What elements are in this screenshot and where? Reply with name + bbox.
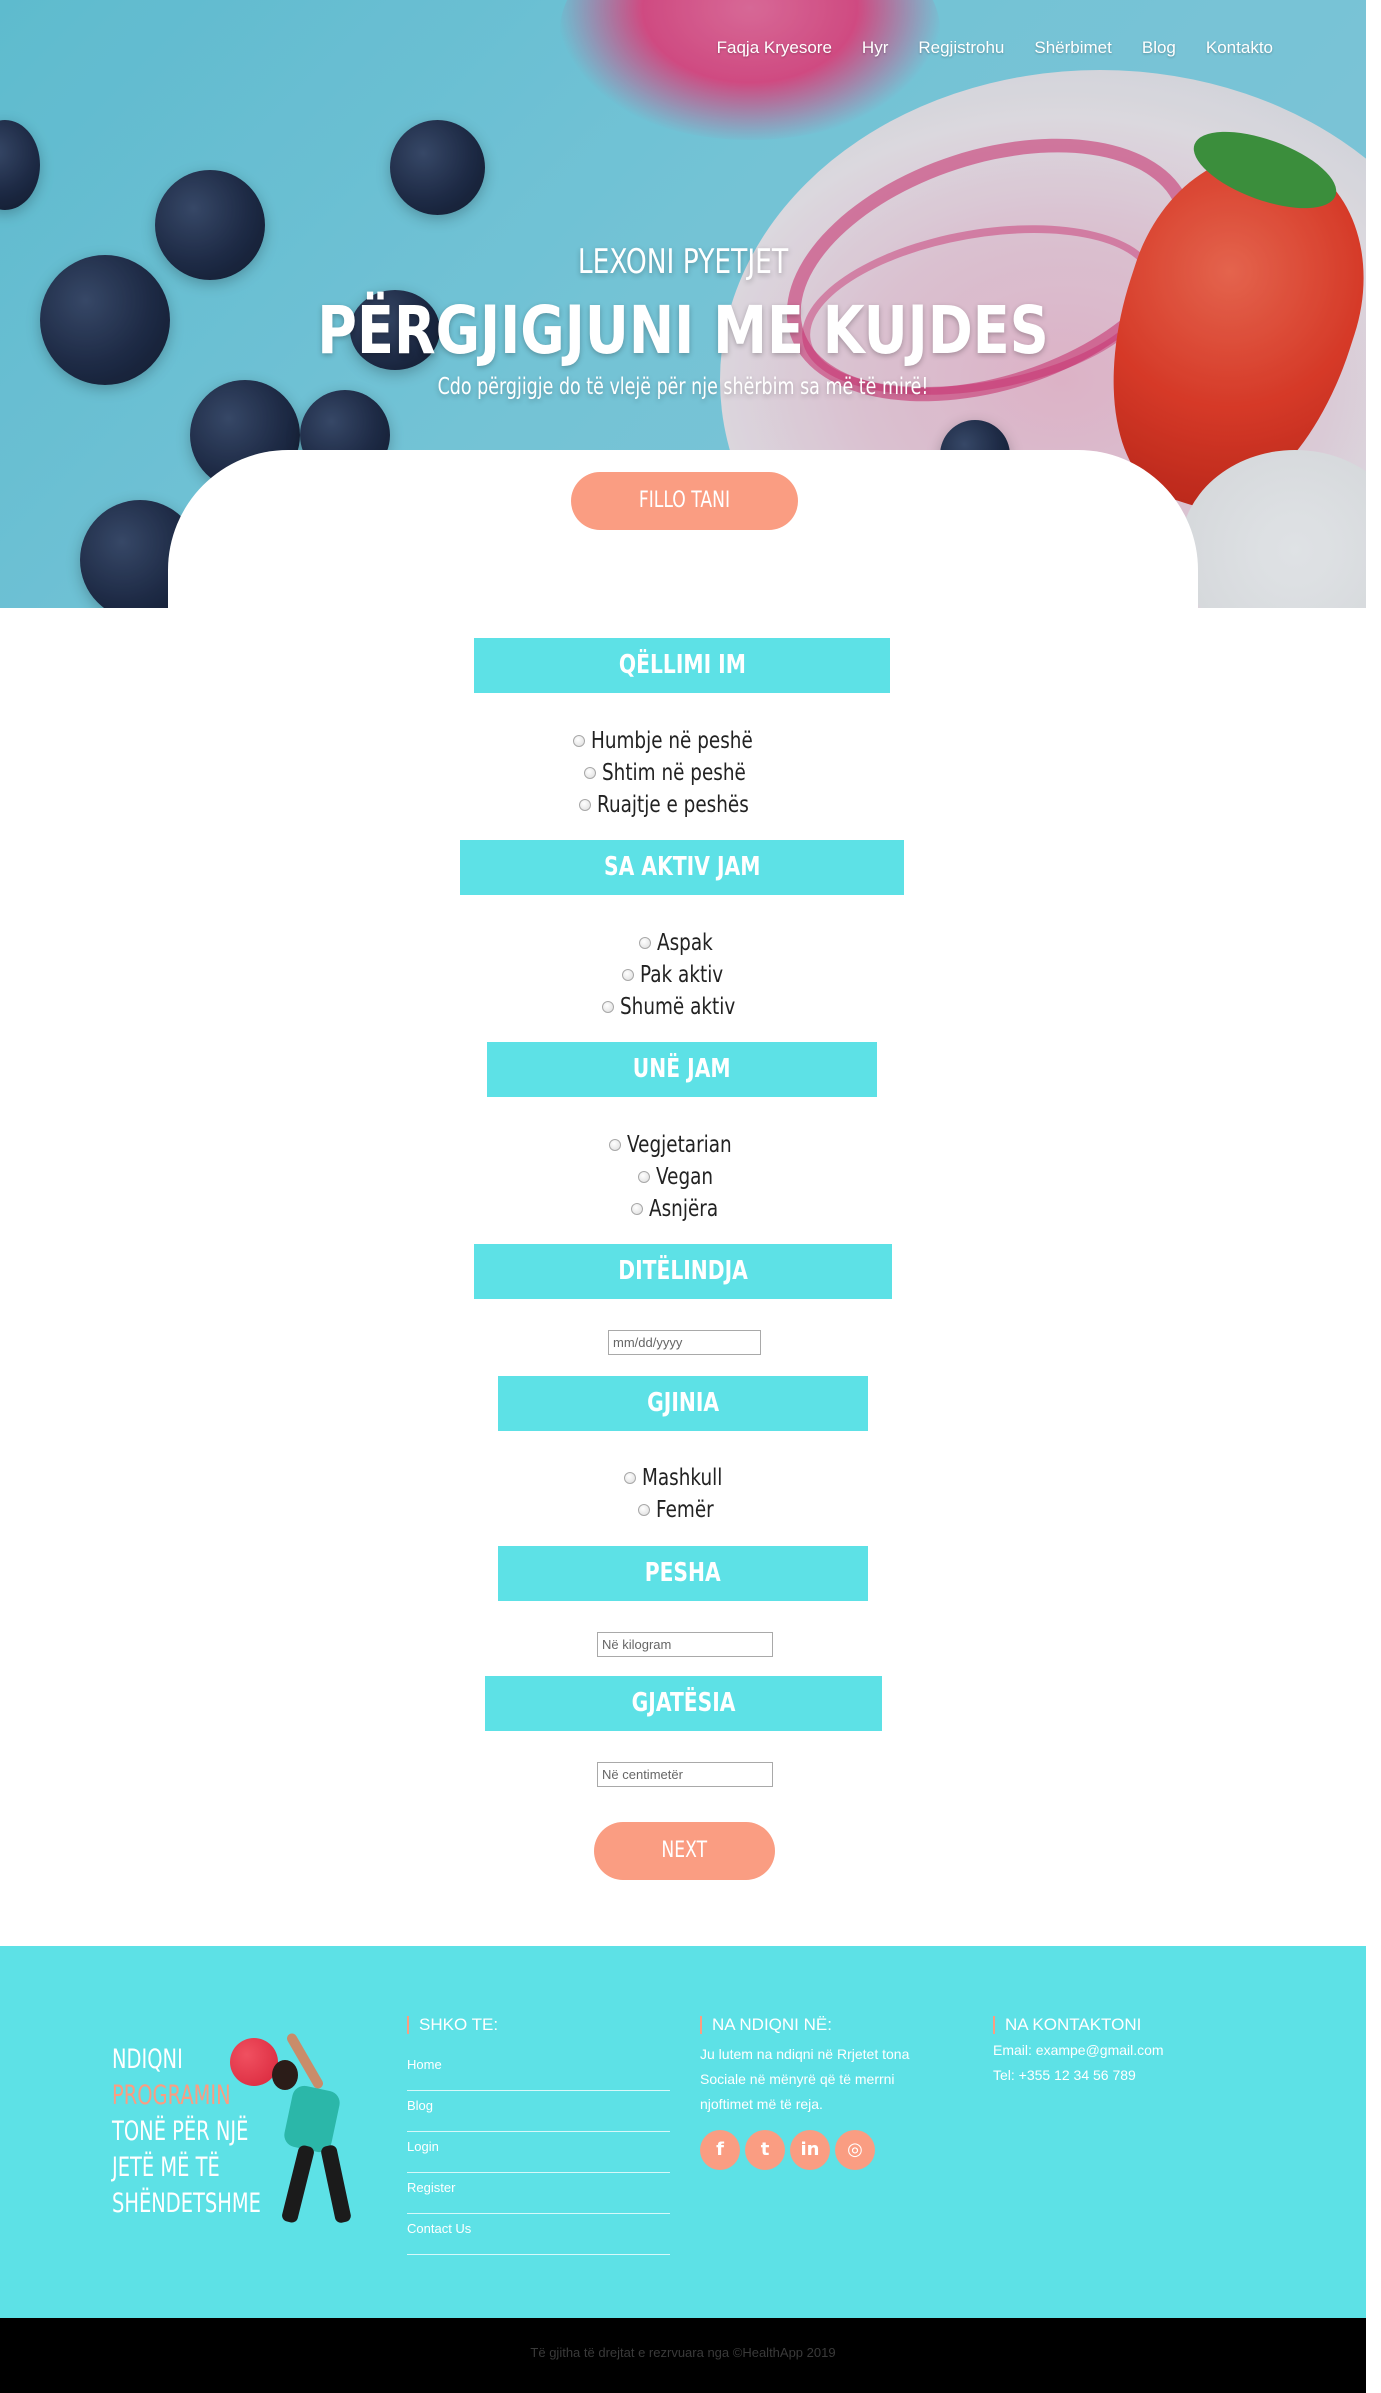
start-button[interactable]: FILLO TANI xyxy=(571,472,798,530)
height-heading-text: GJATËSIA xyxy=(631,1688,736,1718)
radio-icon[interactable] xyxy=(638,1171,651,1183)
nav-home[interactable]: Faqja Kryesore xyxy=(717,38,832,58)
contact-heading: NA KONTAKTONI xyxy=(993,2016,1141,2034)
next-button-label: NEXT xyxy=(661,1838,708,1863)
hero-subtitle: LEXONI PYETJET xyxy=(577,242,789,282)
diet-heading: UNË JAM xyxy=(487,1042,877,1097)
footer-link-contact[interactable]: Contact Us xyxy=(407,2214,670,2255)
option-label: Mashkull xyxy=(641,1465,723,1491)
weight-heading: PESHA xyxy=(498,1546,868,1601)
diet-option[interactable]: Asnjëra xyxy=(0,1193,1366,1223)
social-links: f t in ◎ xyxy=(700,2130,875,2170)
start-button-label: FILLO TANI xyxy=(638,488,731,513)
fitness-figure-head xyxy=(272,2060,298,2090)
facebook-icon[interactable]: f xyxy=(700,2130,740,2170)
goal-heading: QËLLIMI IM xyxy=(474,638,890,693)
twitter-icon[interactable]: t xyxy=(745,2130,785,2170)
follow-heading: NA NDIQNI NË: xyxy=(700,2016,832,2034)
option-label: Ruajtje e peshës xyxy=(597,792,749,818)
gender-option[interactable]: Mashkull xyxy=(0,1462,1366,1492)
radio-icon[interactable] xyxy=(637,1504,650,1516)
contact-email: Email: exampe@gmail.com xyxy=(993,2042,1164,2058)
birthday-input[interactable]: mm/dd/yyyy xyxy=(608,1330,761,1355)
goal-option[interactable]: Ruajtje e peshës xyxy=(0,789,1366,819)
promo-line: JETË MË TË xyxy=(112,2152,220,2183)
gender-heading: GJINIA xyxy=(498,1376,868,1431)
radio-icon[interactable] xyxy=(630,1203,643,1215)
instagram-icon[interactable]: ◎ xyxy=(835,2130,875,2170)
gender-heading-text: GJINIA xyxy=(647,1388,719,1418)
option-label: Vegan xyxy=(656,1164,714,1190)
footer-link-login[interactable]: Login xyxy=(407,2132,670,2173)
radio-icon[interactable] xyxy=(608,1139,621,1151)
goal-option[interactable]: Shtim në peshë xyxy=(0,757,1366,787)
radio-icon[interactable] xyxy=(601,1001,614,1013)
footer-link-home[interactable]: Home xyxy=(407,2050,670,2091)
nav-login[interactable]: Hyr xyxy=(862,38,888,58)
option-label: Humbje në peshë xyxy=(590,728,753,754)
next-button[interactable]: NEXT xyxy=(594,1822,775,1880)
activity-option[interactable]: Shumë aktiv xyxy=(0,991,1366,1021)
diet-option[interactable]: Vegan xyxy=(0,1161,1366,1191)
activity-heading-text: SA AKTIV JAM xyxy=(603,852,761,882)
nav-blog[interactable]: Blog xyxy=(1142,38,1176,58)
promo-line: TONË PËR NJË xyxy=(112,2116,249,2147)
birthday-heading-text: DITËLINDJA xyxy=(618,1256,748,1286)
gender-option[interactable]: Femër xyxy=(0,1494,1366,1524)
copyright: Të gjitha të drejtat e rezrvuara nga ©He… xyxy=(530,2345,836,2360)
diet-heading-text: UNË JAM xyxy=(633,1054,731,1084)
radio-icon[interactable] xyxy=(622,969,634,981)
radio-icon[interactable] xyxy=(623,1472,636,1484)
option-label: Asnjëra xyxy=(648,1196,718,1222)
radio-icon[interactable] xyxy=(584,767,597,779)
main-nav: Faqja Kryesore Hyr Regjistrohu Shërbimet… xyxy=(717,38,1273,58)
exercise-ball xyxy=(230,2038,278,2086)
diet-option[interactable]: Vegjetarian xyxy=(0,1129,1366,1159)
activity-option[interactable]: Aspak xyxy=(0,927,1366,957)
radio-icon[interactable] xyxy=(572,735,585,747)
linkedin-icon[interactable]: in xyxy=(790,2130,830,2170)
goal-heading-text: QËLLIMI IM xyxy=(618,650,746,680)
follow-text: Ju lutem na ndiqni në Rrjetet tona Socia… xyxy=(700,2046,910,2112)
goal-option[interactable]: Humbje në peshë xyxy=(0,725,1366,755)
weight-input[interactable]: Në kilogram xyxy=(597,1632,773,1657)
footer-link-blog[interactable]: Blog xyxy=(407,2091,670,2132)
nav-register[interactable]: Regjistrohu xyxy=(918,38,1004,58)
option-label: Pak aktiv xyxy=(640,962,724,988)
height-heading: GJATËSIA xyxy=(485,1676,882,1731)
option-label: Femër xyxy=(655,1497,714,1523)
activity-option[interactable]: Pak aktiv xyxy=(0,959,1366,989)
option-label: Vegjetarian xyxy=(626,1132,732,1158)
option-label: Aspak xyxy=(657,930,713,956)
radio-icon[interactable] xyxy=(579,799,592,811)
footer-link-register[interactable]: Register xyxy=(407,2173,670,2214)
contact-phone: Tel: +355 12 34 56 789 xyxy=(993,2067,1136,2083)
footer-links: Home Blog Login Register Contact Us xyxy=(407,2050,670,2255)
nav-services[interactable]: Shërbimet xyxy=(1034,38,1111,58)
option-label: Shtim në peshë xyxy=(602,760,746,786)
hero-tagline: Cdo përgjigje do të vlejë për nje shërbi… xyxy=(437,374,929,400)
nav-contact[interactable]: Kontakto xyxy=(1206,38,1273,58)
weight-heading-text: PESHA xyxy=(644,1558,722,1588)
radio-icon[interactable] xyxy=(639,937,652,949)
promo-line: SHËNDETSHME xyxy=(112,2188,261,2219)
birthday-heading: DITËLINDJA xyxy=(474,1244,892,1299)
goto-heading: SHKO TE: xyxy=(407,2016,498,2034)
height-input[interactable]: Në centimetër xyxy=(597,1762,773,1787)
hero-title: PËRGJIGJUNI ME KUJDES xyxy=(317,292,1049,369)
option-label: Shumë aktiv xyxy=(619,994,736,1020)
activity-heading: SA AKTIV JAM xyxy=(460,840,904,895)
